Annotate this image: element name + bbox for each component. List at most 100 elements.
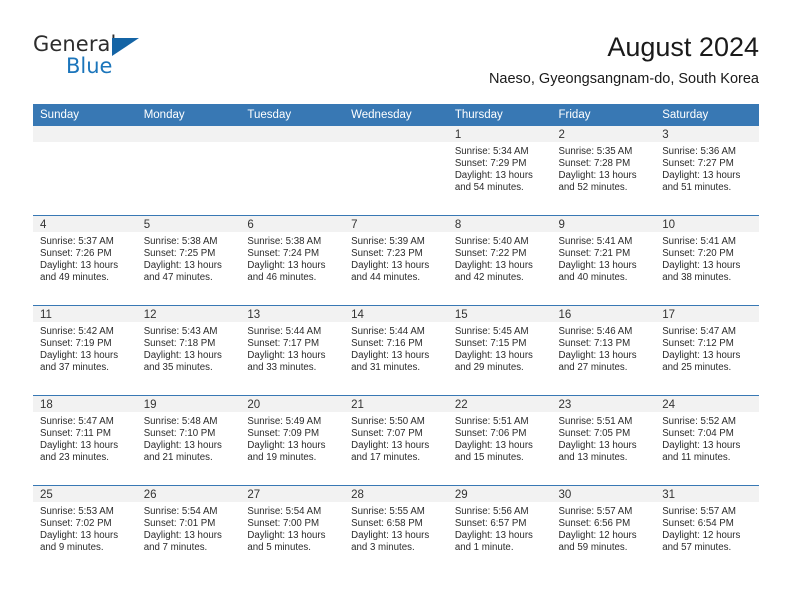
- day-cell[interactable]: 23 Sunrise: 5:51 AM Sunset: 7:05 PM Dayligh…: [551, 395, 656, 486]
- day-detail-line: Sunset: 7:06 PM: [454, 428, 527, 440]
- day-cell[interactable]: 15 Sunrise: 5:45 AM Sunset: 7:15 PM Dayligh…: [447, 305, 552, 396]
- day-detail-line: and 21 minutes.: [143, 452, 213, 464]
- day-detail-line: Sunrise: 5:42 AM: [40, 326, 114, 337]
- day-detail-line: Sunrise: 5:34 AM: [454, 146, 529, 157]
- day-detail-line: and 35 minutes.: [143, 362, 213, 374]
- day-number: 22: [447, 396, 552, 412]
- day-number: 16: [551, 306, 656, 322]
- weekday-header-tuesday: Tuesday: [240, 104, 345, 126]
- day-detail-line: Sunset: 7:10 PM: [143, 428, 216, 440]
- day-detail-line: and 5 minutes.: [247, 542, 311, 554]
- day-cell[interactable]: 17 Sunrise: 5:47 AM Sunset: 7:12 PM Dayligh…: [655, 305, 759, 396]
- day-detail-line: Daylight: 13 hours: [351, 440, 430, 452]
- day-cell[interactable]: 16 Sunrise: 5:46 AM Sunset: 7:13 PM Dayligh…: [551, 305, 656, 396]
- day-detail-line: and 11 minutes.: [662, 452, 731, 464]
- day-cell[interactable]: 24 Sunrise: 5:52 AM Sunset: 7:04 PM Dayligh…: [655, 395, 759, 486]
- day-cell[interactable]: 25 Sunrise: 5:53 AM Sunset: 7:02 PM Dayligh…: [33, 485, 137, 575]
- day-detail-line: Daylight: 13 hours: [40, 350, 119, 362]
- day-number: 7: [344, 216, 448, 232]
- day-detail-line: and 47 minutes.: [143, 272, 213, 284]
- day-detail-line: and 15 minutes.: [454, 452, 524, 464]
- day-detail-line: Sunset: 6:54 PM: [662, 518, 734, 530]
- day-detail-line: and 1 minute.: [454, 542, 514, 554]
- day-detail-line: Sunrise: 5:38 AM: [247, 236, 322, 247]
- day-detail-line: Sunrise: 5:36 AM: [662, 146, 736, 157]
- day-cell[interactable]: 22 Sunrise: 5:51 AM Sunset: 7:06 PM Dayligh…: [447, 395, 552, 486]
- day-details: Sunrise: 5:44 AM Sunset: 7:16 PM Daylight:…: [344, 322, 448, 374]
- day-detail-line: and 40 minutes.: [558, 272, 628, 284]
- day-cell[interactable]: 13 Sunrise: 5:44 AM Sunset: 7:17 PM Dayligh…: [240, 305, 345, 396]
- day-detail-line: Sunrise: 5:41 AM: [558, 236, 633, 247]
- day-cell[interactable]: 5 Sunrise: 5:38 AM Sunset: 7:25 PM Daylight…: [136, 215, 241, 306]
- day-cell[interactable]: 12 Sunrise: 5:43 AM Sunset: 7:18 PM Dayligh…: [136, 305, 241, 396]
- day-detail-line: Daylight: 13 hours: [662, 260, 741, 272]
- day-cell[interactable]: 29 Sunrise: 5:56 AM Sunset: 6:57 PM Dayligh…: [447, 485, 552, 575]
- day-detail-line: Sunrise: 5:57 AM: [662, 506, 736, 517]
- day-details: Sunrise: 5:46 AM Sunset: 7:13 PM Daylight:…: [552, 322, 656, 374]
- day-detail-line: Sunset: 7:25 PM: [143, 248, 216, 260]
- day-cell[interactable]: 10 Sunrise: 5:41 AM Sunset: 7:20 PM Dayligh…: [655, 215, 759, 306]
- day-detail-line: Sunrise: 5:50 AM: [351, 416, 425, 427]
- day-number: 18: [33, 396, 137, 412]
- day-details: Sunrise: 5:45 AM Sunset: 7:15 PM Daylight:…: [448, 322, 552, 374]
- day-detail-line: and 49 minutes.: [40, 272, 109, 284]
- day-number: 14: [344, 306, 448, 322]
- day-detail-line: Sunset: 6:57 PM: [454, 518, 527, 530]
- day-detail-line: Sunrise: 5:40 AM: [454, 236, 529, 247]
- calendar-week-row: 1 Sunrise: 5:34 AM Sunset: 7:29 PM Daylight…: [33, 126, 759, 216]
- day-cell[interactable]: 19 Sunrise: 5:48 AM Sunset: 7:10 PM Dayligh…: [136, 395, 241, 486]
- calendar-week-row: 11 Sunrise: 5:42 AM Sunset: 7:19 PM Dayligh…: [33, 305, 759, 396]
- title-block: August 2024 Naeso, Gyeongsangnam-do, Sou…: [489, 30, 759, 88]
- day-cell[interactable]: 20 Sunrise: 5:49 AM Sunset: 7:09 PM Dayligh…: [240, 395, 345, 486]
- day-cell[interactable]: 27 Sunrise: 5:54 AM Sunset: 7:00 PM Dayligh…: [240, 485, 345, 575]
- day-cell[interactable]: 3 Sunrise: 5:36 AM Sunset: 7:27 PM Daylight…: [655, 126, 759, 216]
- day-details: [240, 142, 344, 206]
- page-subtitle: Naeso, Gyeongsangnam-do, South Korea: [488, 71, 759, 87]
- generalblue-logo[interactable]: General Blue: [33, 32, 163, 84]
- day-cell[interactable]: 6 Sunrise: 5:38 AM Sunset: 7:24 PM Daylight…: [240, 215, 345, 306]
- day-number: 27: [240, 486, 345, 502]
- day-details: Sunrise: 5:55 AM Sunset: 6:58 PM Daylight:…: [344, 502, 448, 554]
- day-detail-line: Sunrise: 5:35 AM: [558, 146, 633, 157]
- calendar-grid: Sunday Monday Tuesday Wednesday Thursday…: [33, 104, 759, 575]
- day-cell[interactable]: 2 Sunrise: 5:35 AM Sunset: 7:28 PM Daylight…: [551, 126, 656, 216]
- logo-text-blue: Blue: [66, 54, 113, 78]
- day-number: 2: [551, 126, 656, 142]
- day-details: Sunrise: 5:39 AM Sunset: 7:23 PM Daylight:…: [344, 232, 448, 284]
- day-detail-line: Daylight: 13 hours: [247, 260, 326, 272]
- day-cell[interactable]: 9 Sunrise: 5:41 AM Sunset: 7:21 PM Daylight…: [551, 215, 656, 306]
- day-detail-line: and 51 minutes.: [662, 182, 732, 194]
- day-cell[interactable]: 4 Sunrise: 5:37 AM Sunset: 7:26 PM Daylight…: [33, 215, 137, 306]
- day-cell[interactable]: 11 Sunrise: 5:42 AM Sunset: 7:19 PM Dayligh…: [33, 305, 137, 396]
- day-detail-line: Sunrise: 5:56 AM: [454, 506, 529, 517]
- day-cell[interactable]: 31 Sunrise: 5:57 AM Sunset: 6:54 PM Dayligh…: [655, 485, 759, 575]
- day-cell[interactable]: 8 Sunrise: 5:40 AM Sunset: 7:22 PM Daylight…: [447, 215, 552, 306]
- weekday-header-sunday: Sunday: [33, 104, 137, 126]
- day-cell[interactable]: 26 Sunrise: 5:54 AM Sunset: 7:01 PM Dayligh…: [136, 485, 241, 575]
- day-cell[interactable]: 18 Sunrise: 5:47 AM Sunset: 7:11 PM Dayligh…: [33, 395, 137, 486]
- day-details: Sunrise: 5:36 AM Sunset: 7:27 PM Daylight:…: [655, 142, 759, 194]
- day-detail-line: Daylight: 13 hours: [351, 350, 430, 362]
- day-cell[interactable]: 14 Sunrise: 5:44 AM Sunset: 7:16 PM Dayligh…: [344, 305, 448, 396]
- day-cell-empty: [240, 126, 345, 216]
- day-details: Sunrise: 5:54 AM Sunset: 7:01 PM Daylight:…: [137, 502, 241, 554]
- day-detail-line: and 23 minutes.: [40, 452, 109, 464]
- day-detail-line: Daylight: 12 hours: [662, 530, 741, 542]
- day-cell[interactable]: 30 Sunrise: 5:57 AM Sunset: 6:56 PM Dayligh…: [551, 485, 656, 575]
- day-detail-line: Sunrise: 5:44 AM: [247, 326, 322, 337]
- day-detail-line: Sunrise: 5:57 AM: [558, 506, 633, 517]
- day-details: [344, 142, 448, 206]
- day-detail-line: Sunset: 7:18 PM: [143, 338, 216, 350]
- day-cell[interactable]: 7 Sunrise: 5:39 AM Sunset: 7:23 PM Daylight…: [344, 215, 448, 306]
- day-number: 6: [240, 216, 345, 232]
- day-number: 24: [655, 396, 759, 412]
- day-details: Sunrise: 5:40 AM Sunset: 7:22 PM Daylight:…: [448, 232, 552, 284]
- day-detail-line: Daylight: 13 hours: [143, 440, 222, 452]
- day-cell[interactable]: 21 Sunrise: 5:50 AM Sunset: 7:07 PM Dayligh…: [344, 395, 448, 486]
- day-detail-line: and 19 minutes.: [247, 452, 317, 464]
- day-cell[interactable]: 28 Sunrise: 5:55 AM Sunset: 6:58 PM Dayligh…: [344, 485, 448, 575]
- calendar-week-row: 25 Sunrise: 5:53 AM Sunset: 7:02 PM Dayligh…: [33, 485, 759, 575]
- day-cell[interactable]: 1 Sunrise: 5:34 AM Sunset: 7:29 PM Daylight…: [447, 126, 552, 216]
- day-number: [344, 126, 448, 142]
- day-detail-line: Sunset: 7:28 PM: [558, 158, 631, 170]
